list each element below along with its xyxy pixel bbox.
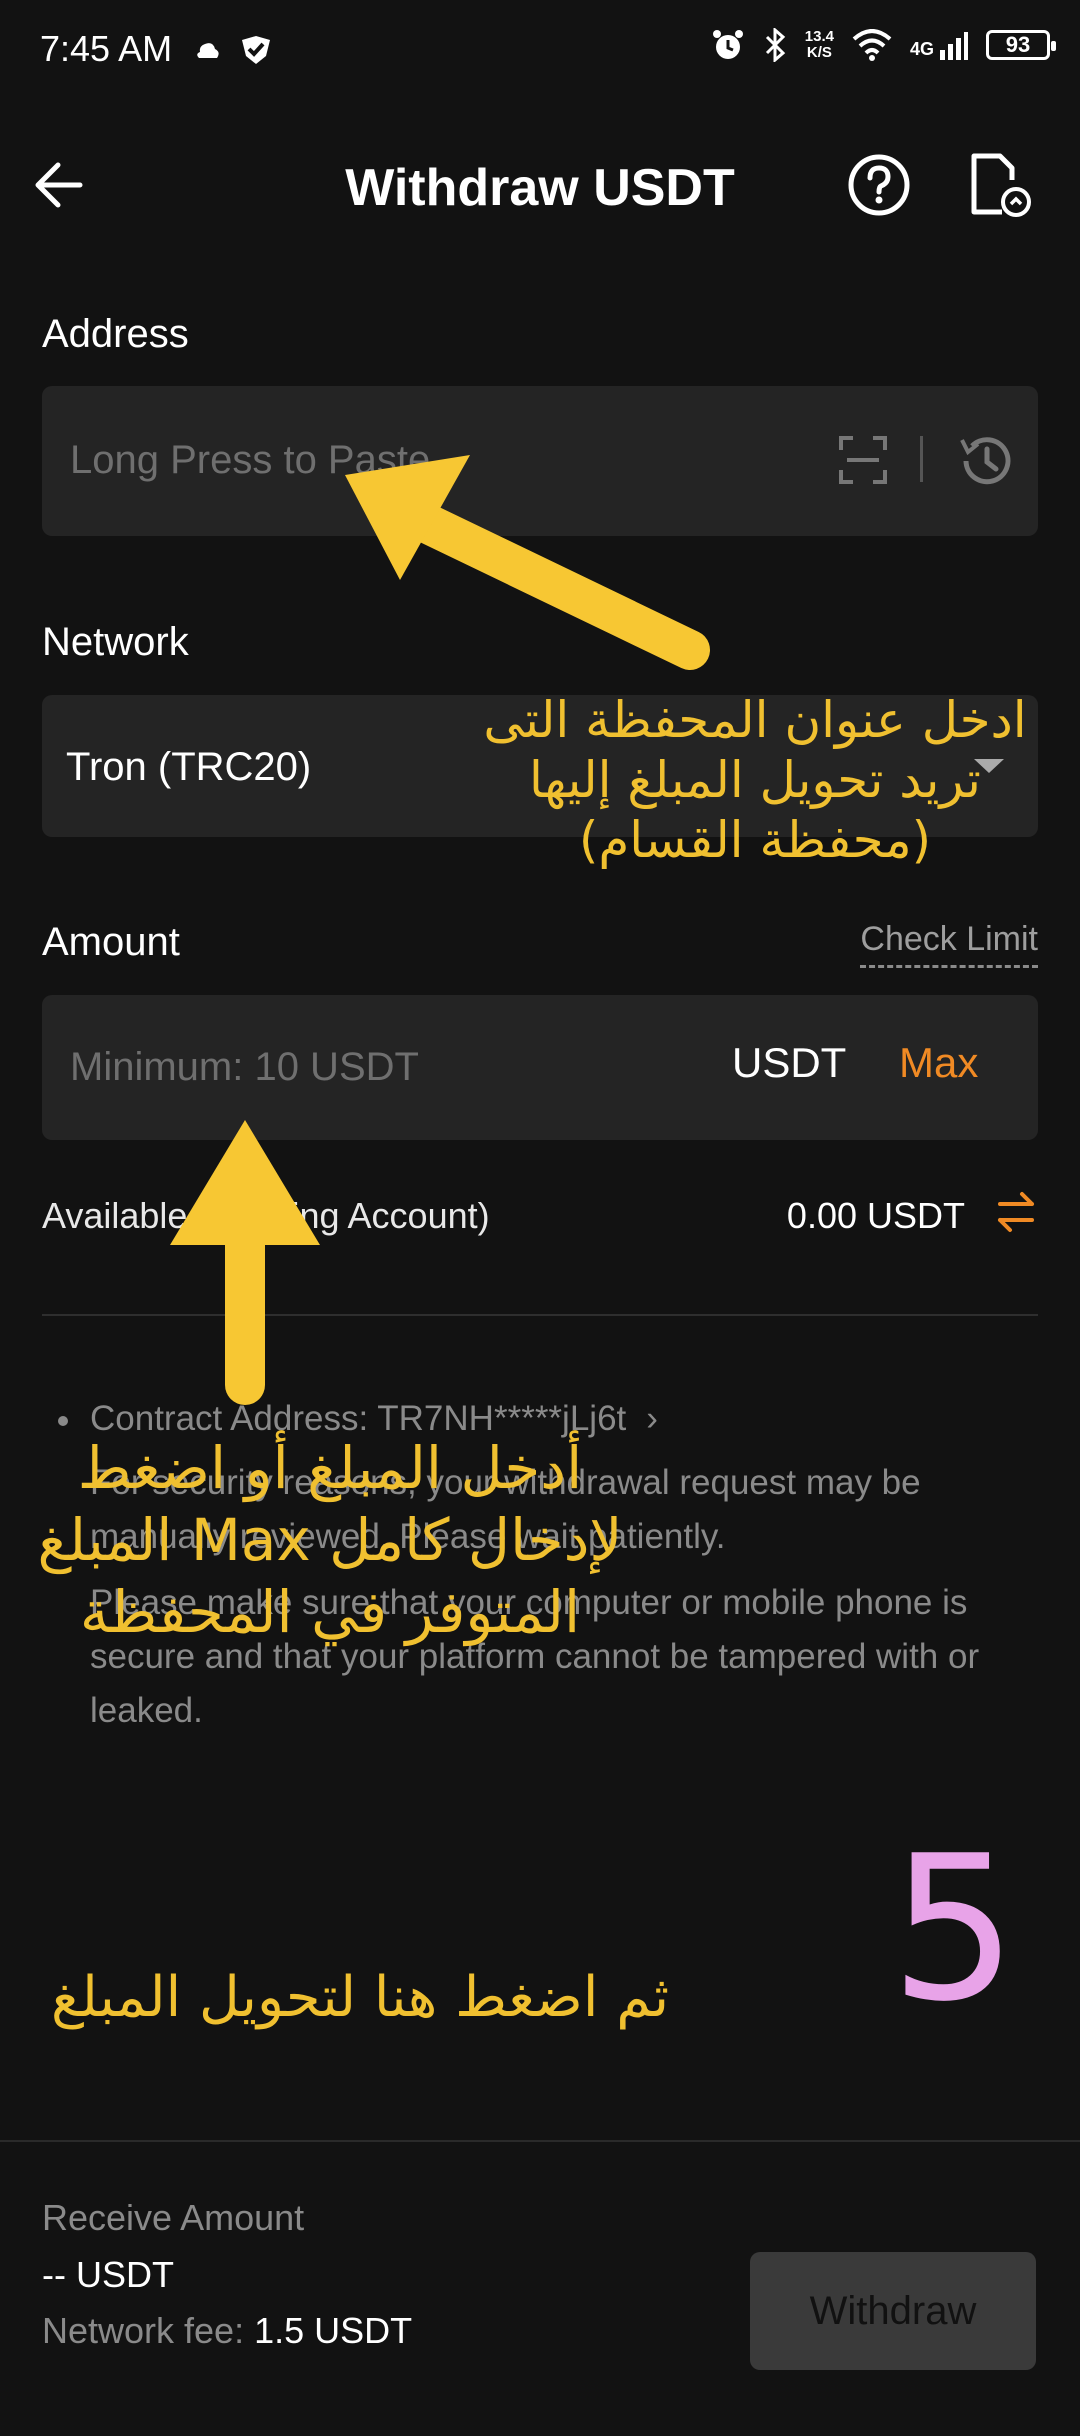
network-fee-value: 1.5 USDT	[254, 2310, 413, 2351]
alarm-icon	[712, 30, 743, 59]
status-time: 7:45 AM	[40, 28, 173, 69]
address-annotation: ادخل عنوان المحفظة التى تريد تحويل المبل…	[483, 691, 1027, 869]
record-icon[interactable]	[966, 150, 1032, 220]
status-bar: 7:45 AM 13.4 K/S 4G 93	[0, 0, 1080, 110]
address-input[interactable]: Long Press to Paste	[42, 386, 1038, 536]
withdraw-annotation: ثم اضغط هنا لتحويل المبلغ	[50, 1965, 670, 2030]
address-arrow	[400, 500, 710, 670]
network-value: Tron (TRC20)	[66, 745, 312, 789]
screen: 7:45 AM 13.4 K/S 4G 93 Withdraw USDT Add…	[0, 0, 1080, 2436]
help-icon[interactable]	[846, 152, 912, 218]
bottom-bar: Receive Amount -- USDT Network fee: 1.5 …	[0, 2140, 1080, 2436]
max-button[interactable]: Max	[899, 1039, 978, 1087]
bluetooth-icon	[765, 28, 785, 62]
amount-input[interactable]: Minimum: 10 USDT USDT Max	[42, 995, 1038, 1140]
available-label: Available (Funding Account)	[42, 1195, 490, 1236]
transfer-icon[interactable]	[994, 1190, 1038, 1234]
receive-amount-label: Receive Amount	[42, 2197, 305, 2238]
cloud-icon	[197, 43, 219, 58]
receive-amount-value: -- USDT	[42, 2254, 174, 2295]
available-value: 0.00 USDT	[786, 1195, 965, 1236]
header: Withdraw USDT	[0, 130, 1080, 240]
divider	[42, 1314, 1038, 1316]
amount-label: Amount	[42, 920, 180, 964]
check-badge-icon	[242, 36, 270, 64]
amount-unit: USDT	[732, 1039, 847, 1086]
address-label: Address	[42, 312, 189, 356]
scan-icon[interactable]	[837, 434, 889, 486]
cellular-signal: 4G	[910, 30, 968, 60]
wifi-icon	[852, 29, 892, 61]
address-placeholder: Long Press to Paste	[70, 438, 431, 482]
network-speed: 13.4 K/S	[804, 28, 834, 61]
withdraw-button[interactable]: Withdraw	[750, 2252, 1036, 2370]
signal-icon	[940, 32, 968, 60]
step-number: 5	[890, 1813, 1018, 2046]
amount-annotation: أدخل المبلغ أو اضغط لإدخال كامل Max المب…	[37, 1434, 623, 1646]
amount-placeholder: Minimum: 10 USDT	[70, 1045, 419, 1089]
page-title: Withdraw USDT	[345, 159, 735, 217]
history-icon[interactable]	[954, 430, 1016, 492]
network-fee: Network fee: 1.5 USDT	[42, 2310, 412, 2352]
field-divider	[920, 436, 923, 482]
network-fee-label: Network fee:	[42, 2310, 245, 2351]
status-right: 13.4 K/S 4G 93	[711, 28, 1056, 62]
battery-indicator: 93	[986, 30, 1056, 60]
network-label: Network	[42, 620, 189, 664]
check-limit-link[interactable]: Check Limit	[860, 920, 1038, 968]
